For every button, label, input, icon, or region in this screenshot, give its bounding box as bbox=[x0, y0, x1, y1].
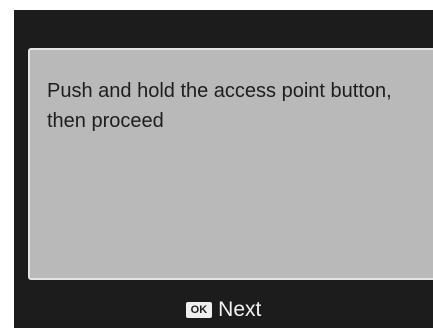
ok-key-icon: OK bbox=[185, 302, 213, 318]
camera-screen: Push and hold the access point button, t… bbox=[14, 10, 433, 328]
next-label: Next bbox=[218, 298, 262, 321]
message-dialog: Push and hold the access point button, t… bbox=[28, 48, 433, 280]
footer-bar: OK Next bbox=[14, 292, 433, 328]
dialog-message: Push and hold the access point button, t… bbox=[47, 80, 392, 132]
next-button[interactable]: OK Next bbox=[185, 298, 262, 322]
